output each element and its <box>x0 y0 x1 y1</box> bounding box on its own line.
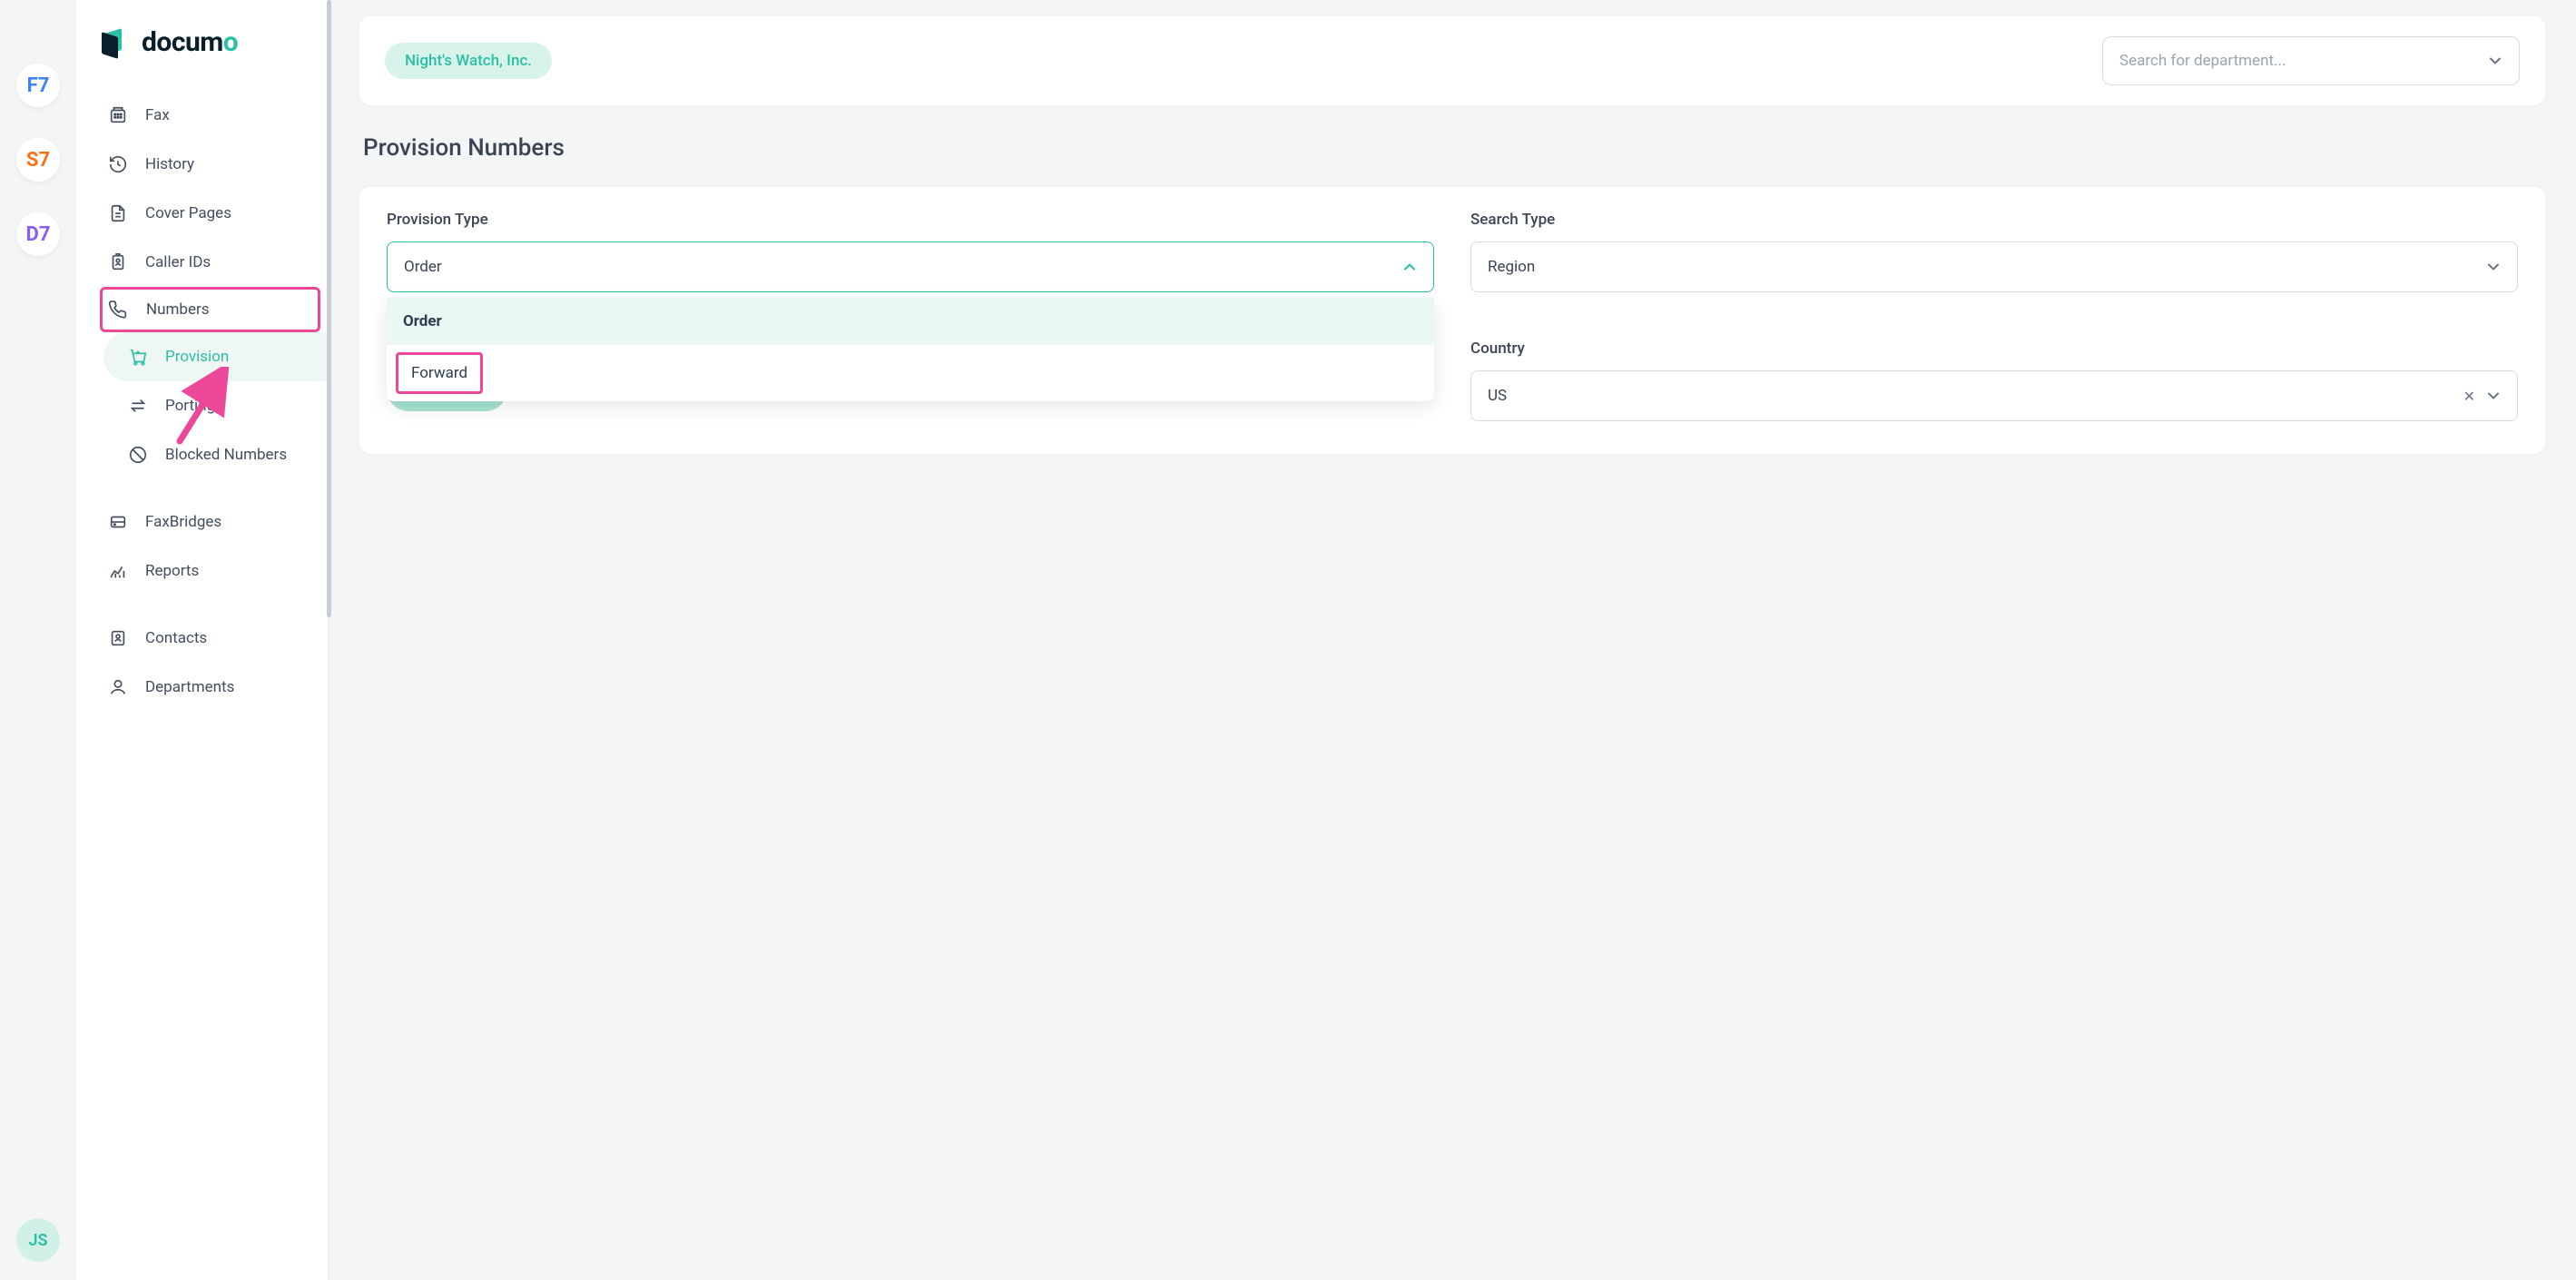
page-title: Provision Numbers <box>359 134 2545 162</box>
device-icon <box>107 511 129 533</box>
app-switch-d[interactable]: D7 <box>16 212 60 256</box>
org-chip-label: Night's Watch, Inc. <box>405 52 532 70</box>
sidebar-item-blocked-numbers[interactable]: Blocked Numbers <box>76 430 328 479</box>
brand-logo-mark <box>102 25 131 58</box>
country-select[interactable]: US ✕ <box>1470 370 2518 421</box>
provision-type-dropdown: Order Forward <box>387 298 1434 401</box>
sidebar-item-label: History <box>145 155 194 173</box>
search-type-label: Search Type <box>1470 211 2518 229</box>
sidebar-item-contacts[interactable]: Contacts <box>76 614 328 663</box>
sidebar-item-label: Reports <box>145 562 199 580</box>
cart-icon <box>127 346 149 368</box>
chevron-up-icon <box>1402 260 1417 274</box>
block-icon <box>127 444 149 466</box>
sidebar-item-reports[interactable]: Reports <box>76 546 328 596</box>
clear-icon[interactable]: ✕ <box>2463 388 2475 405</box>
sidebar-item-cover-pages[interactable]: Cover Pages <box>76 189 328 238</box>
contact-icon <box>107 627 129 649</box>
fax-icon <box>107 104 129 126</box>
brand-logo-text: documo <box>142 26 238 58</box>
brand-logo[interactable]: documo <box>76 18 328 91</box>
document-icon <box>107 202 129 224</box>
sidebar-item-label: Blocked Numbers <box>165 446 287 464</box>
app-rail: F7 S7 D7 JS <box>0 0 76 1280</box>
department-search-placeholder: Search for department... <box>2119 52 2286 70</box>
provision-type-option-forward[interactable]: Forward <box>396 352 483 394</box>
header-bar: Night's Watch, Inc. Search for departmen… <box>359 16 2545 105</box>
country-label: Country <box>1470 340 2518 358</box>
sidebar: documo Fax History Cover Pages Caller IDs Nu… <box>76 0 329 1280</box>
chart-icon <box>107 560 129 582</box>
country-value: US <box>1488 387 1507 405</box>
chevron-down-icon <box>2488 54 2502 68</box>
sidebar-item-faxbridges[interactable]: FaxBridges <box>76 497 328 546</box>
sidebar-item-history[interactable]: History <box>76 140 328 189</box>
id-badge-icon <box>107 251 129 273</box>
sidebar-item-numbers[interactable]: Numbers <box>100 287 320 332</box>
sidebar-item-provision[interactable]: Provision <box>103 332 328 381</box>
chevron-down-icon <box>2486 389 2501 403</box>
history-icon <box>107 153 129 175</box>
right-column: Search Type Region Country US ✕ <box>1470 211 2518 421</box>
provision-type-label: Provision Type <box>387 211 1434 229</box>
provision-panel: Provision Type Order Order Forward <box>359 187 2545 454</box>
swap-icon <box>127 395 149 417</box>
sidebar-item-caller-ids[interactable]: Caller IDs <box>76 238 328 287</box>
sidebar-item-porting[interactable]: Porting <box>76 381 328 430</box>
provision-type-field: Provision Type Order Order Forward <box>387 211 1434 421</box>
sidebar-item-label: Departments <box>145 678 234 696</box>
chevron-down-icon <box>2486 260 2501 274</box>
sidebar-item-label: FaxBridges <box>145 513 221 531</box>
search-type-select[interactable]: Region <box>1470 241 2518 292</box>
app-switch-f[interactable]: F7 <box>16 64 60 107</box>
org-chip[interactable]: Night's Watch, Inc. <box>385 43 552 79</box>
user-avatar[interactable]: JS <box>16 1218 60 1262</box>
department-search[interactable]: Search for department... <box>2102 36 2520 85</box>
sidebar-item-label: Numbers <box>146 300 210 319</box>
sidebar-item-label: Fax <box>145 106 170 124</box>
provision-type-value: Order <box>404 258 442 276</box>
user-icon <box>107 676 129 698</box>
sidebar-item-label: Cover Pages <box>145 204 231 222</box>
search-type-value: Region <box>1488 258 1535 276</box>
sidebar-item-departments[interactable]: Departments <box>76 663 328 712</box>
sidebar-item-label: Contacts <box>145 629 207 647</box>
sidebar-item-fax[interactable]: Fax <box>76 91 328 140</box>
app-switch-s[interactable]: S7 <box>16 138 60 182</box>
provision-type-select[interactable]: Order <box>387 241 1434 292</box>
sidebar-item-label: Caller IDs <box>145 253 211 271</box>
sidebar-item-label: Porting <box>165 397 215 415</box>
main-content: Night's Watch, Inc. Search for departmen… <box>329 0 2576 1280</box>
sidebar-item-label: Provision <box>165 348 229 366</box>
phone-icon <box>108 299 130 320</box>
provision-type-option-order[interactable]: Order <box>387 298 1434 345</box>
